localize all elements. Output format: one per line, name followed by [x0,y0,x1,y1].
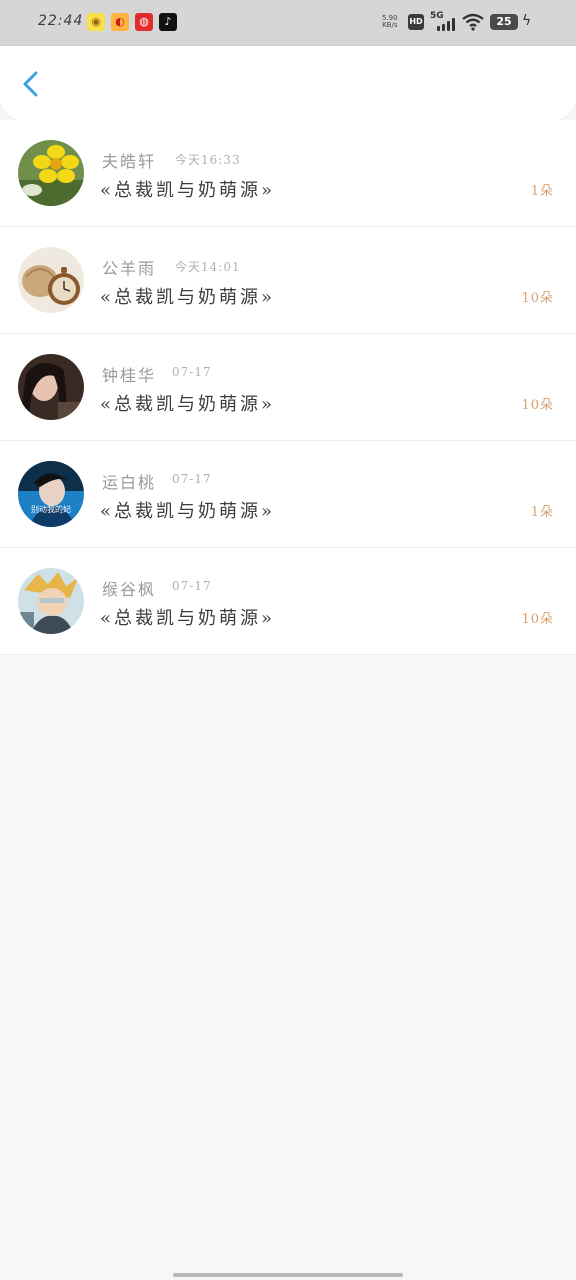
gift-count: 10朵 [521,398,554,413]
charging-icon: ϟ [522,13,532,29]
yellow-flower-image [18,140,84,206]
back-button[interactable] [14,66,50,102]
cartoon-hero-image [18,568,84,634]
sender-name: 缑谷枫 [102,580,157,599]
list-item[interactable]: 夫皓轩 今天16:33 «总裁凯与奶萌源» 1朵 [0,120,576,227]
tiktok-icon: ♪ [159,13,177,31]
hd-badge: HD [408,14,424,30]
sent-time: 07-17 [172,472,212,486]
book-title: «总裁凯与奶萌源» [100,501,276,522]
wifi-icon [462,13,484,31]
header-bar [0,46,576,120]
chevron-left-icon [23,71,38,97]
list-item[interactable]: 别动我的妃 运白桃 07-17 «总裁凯与奶萌源» 1朵 [0,441,576,548]
gift-count: 10朵 [521,612,554,627]
network-speed: 5.90 KB/s [382,15,398,29]
list-item[interactable]: 缑谷枫 07-17 «总裁凯与奶萌源» 10朵 [0,548,576,655]
book-title: «总裁凯与奶萌源» [100,394,276,415]
app-icon-1: ◉ [87,13,105,31]
home-indicator[interactable] [173,1273,403,1277]
sent-time: 今天14:01 [175,260,241,274]
girl-portrait-image [18,354,84,420]
gift-count: 1朵 [530,184,554,199]
avatar[interactable]: 别动我的妃 [18,461,84,527]
gift-record-list: 夫皓轩 今天16:33 «总裁凯与奶萌源» 1朵 公羊雨 今天14:01 «总裁… [0,120,576,655]
netease-music-icon: ◍ [135,13,153,31]
avatar[interactable] [18,354,84,420]
avatar-caption: 别动我的妃 [31,505,71,514]
sent-time: 07-17 [172,365,212,379]
book-title: «总裁凯与奶萌源» [100,287,276,308]
list-item[interactable]: 钟桂华 07-17 «总裁凯与奶萌源» 10朵 [0,334,576,441]
status-time: 22:44 [38,13,84,29]
sent-time: 今天16:33 [175,153,241,167]
avatar[interactable] [18,247,84,313]
sender-name: 夫皓轩 [102,152,157,171]
weibo-icon: ◐ [111,13,129,31]
boy-portrait-image [18,461,84,527]
status-bar: 22:44 ◉ ◐ ◍ ♪ 5.90 KB/s HD 5G 25 ϟ [0,0,576,46]
sent-time: 07-17 [172,579,212,593]
book-title: «总裁凯与奶萌源» [100,180,276,201]
battery-icon: 25 [490,14,518,30]
sender-name: 钟桂华 [102,366,157,385]
avatar[interactable] [18,568,84,634]
signal-strength-icon [437,17,457,31]
pocket-watch-image [18,247,84,313]
gift-count: 10朵 [521,291,554,306]
gift-count: 1朵 [530,505,554,520]
sender-name: 运白桃 [102,473,157,492]
list-item[interactable]: 公羊雨 今天14:01 «总裁凯与奶萌源» 10朵 [0,227,576,334]
network-speed-unit: KB/s [382,21,398,29]
avatar[interactable] [18,140,84,206]
book-title: «总裁凯与奶萌源» [100,608,276,629]
sender-name: 公羊雨 [102,259,157,278]
